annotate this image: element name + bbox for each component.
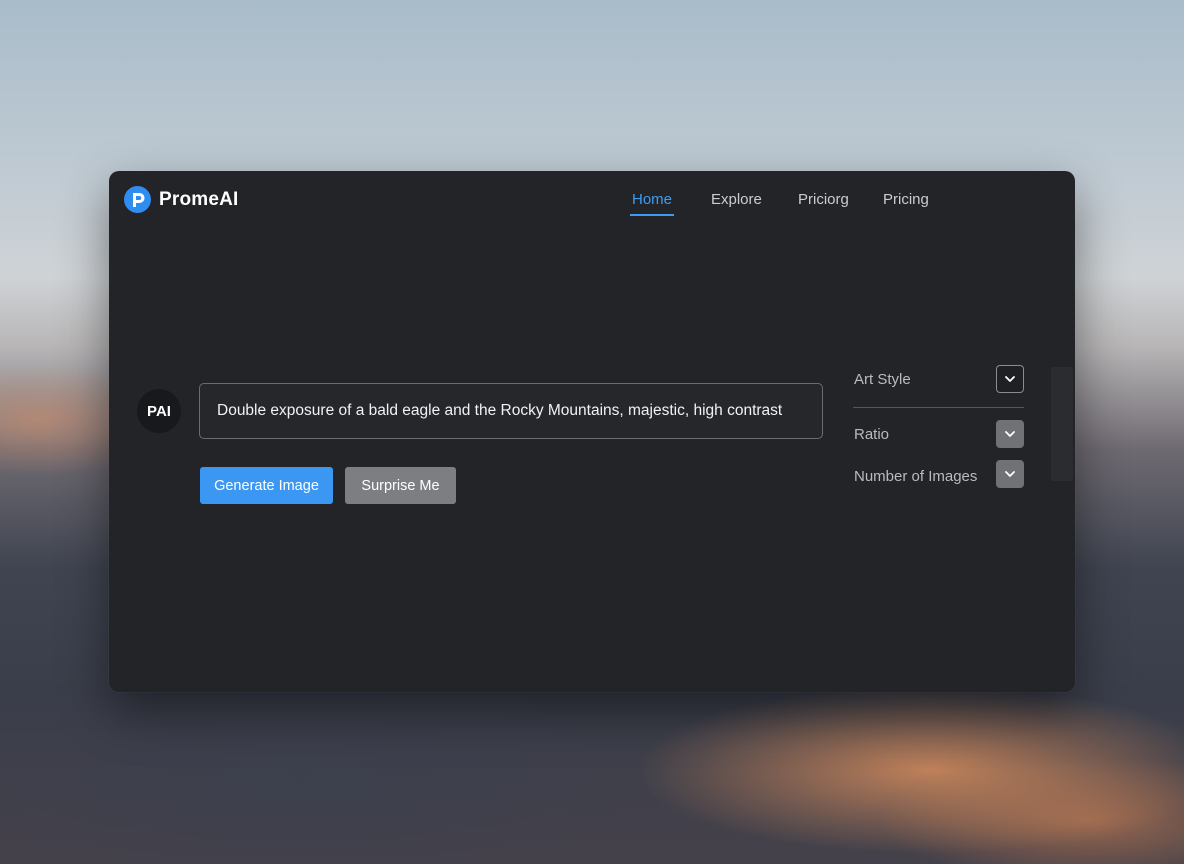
brand[interactable]: PromeAI (124, 186, 239, 213)
prompt-box[interactable] (199, 383, 823, 439)
settings-divider (853, 407, 1024, 408)
number-of-images-dropdown[interactable] (996, 460, 1024, 488)
nav-home-label: Home (632, 191, 673, 208)
ratio-label: Ratio (854, 426, 890, 443)
ratio-dropdown[interactable] (996, 420, 1024, 448)
nav-explore[interactable]: Explore (711, 191, 762, 208)
number-of-images-label: Number of Images (854, 468, 978, 485)
art-style-dropdown[interactable] (996, 365, 1024, 393)
prompt-input[interactable] (200, 402, 822, 420)
settings-scrollbar[interactable] (1051, 367, 1073, 481)
promeai-avatar-icon: PAI (137, 389, 181, 433)
surprise-me-button[interactable]: Surprise Me (345, 467, 456, 504)
chevron-down-icon (1005, 431, 1015, 437)
nav-pricing-label: Pricing (883, 191, 929, 208)
chevron-down-icon (1005, 376, 1015, 382)
generate-image-button[interactable]: Generate Image (200, 467, 333, 504)
app-window: PromeAI Home Explore Priciorg Pricing PA… (109, 171, 1075, 692)
avatar-text: PAI (147, 402, 171, 420)
promeai-logo-icon (124, 186, 151, 213)
nav-active-underline (630, 214, 675, 216)
nav-home[interactable]: Home (630, 191, 675, 216)
nav-priciorg[interactable]: Priciorg (798, 191, 849, 208)
art-style-label: Art Style (854, 371, 911, 388)
chevron-down-icon (1005, 471, 1015, 477)
nav-priciorg-label: Priciorg (798, 191, 849, 208)
nav-pricing[interactable]: Pricing (883, 191, 929, 208)
brand-name: PromeAI (159, 188, 239, 210)
nav-explore-label: Explore (711, 191, 762, 208)
